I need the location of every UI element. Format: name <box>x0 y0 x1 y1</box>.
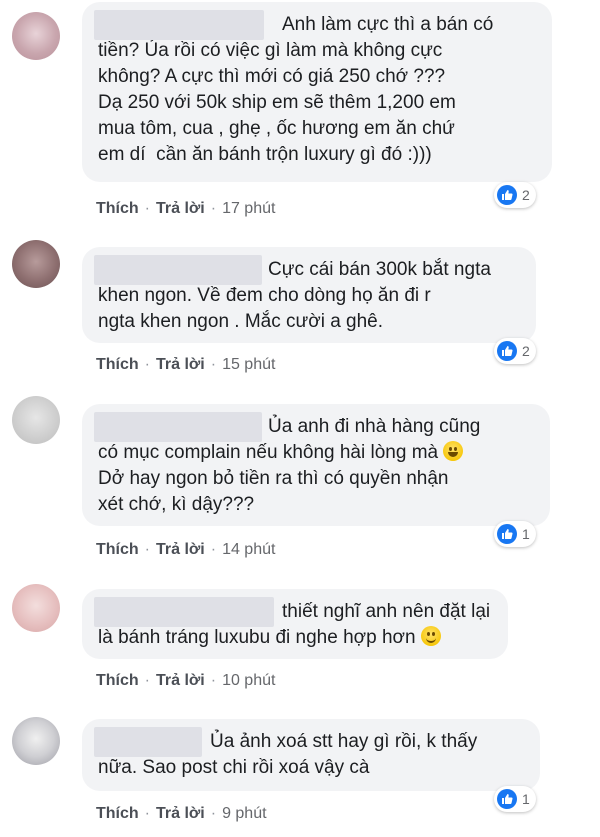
avatar[interactable] <box>12 584 60 632</box>
like-link[interactable]: Thích <box>96 805 139 822</box>
thumbs-up-icon <box>497 341 517 361</box>
commenter-name-redacted[interactable] <box>94 597 274 627</box>
like-link[interactable]: Thích <box>96 672 139 689</box>
commenter-name-redacted[interactable] <box>94 412 262 442</box>
timestamp[interactable]: 9 phút <box>222 805 266 822</box>
timestamp[interactable]: 14 phút <box>222 541 275 558</box>
like-link[interactable]: Thích <box>96 200 139 217</box>
reply-link[interactable]: Trả lời <box>156 200 205 217</box>
reply-link[interactable]: Trả lời <box>156 672 205 689</box>
timestamp[interactable]: 15 phút <box>222 356 275 373</box>
comment-actions: Thích · Trả lời · 10 phút <box>96 672 276 689</box>
reply-link[interactable]: Trả lời <box>156 356 205 373</box>
thumbs-up-icon <box>497 789 517 809</box>
reaction-count[interactable]: 1 <box>494 521 536 547</box>
comment-actions: Thích · Trả lời · 15 phút <box>96 356 276 373</box>
reaction-count[interactable]: 1 <box>494 786 536 812</box>
thumbs-up-icon <box>497 185 517 205</box>
reaction-count-number: 1 <box>522 791 530 807</box>
avatar[interactable] <box>12 240 60 288</box>
avatar[interactable] <box>12 717 60 765</box>
comment-actions: Thích · Trả lời · 17 phút <box>96 200 276 217</box>
comment-bubble: Cực cái bán 300k bắt ngta khen ngon. Về … <box>82 247 536 343</box>
commenter-name-redacted[interactable] <box>94 727 202 757</box>
comment-bubble: thiết nghĩ anh nên đặt lại là bánh tráng… <box>82 589 508 659</box>
commenter-name-redacted[interactable] <box>94 10 264 40</box>
comment-bubble: Ủa ảnh xoá stt hay gì rồi, k thấy nữa. S… <box>82 719 540 791</box>
comment-actions: Thích · Trả lời · 9 phút <box>96 805 267 822</box>
comment-bubble: Ủa anh đi nhà hàng cũng có mục complain … <box>82 404 550 526</box>
like-link[interactable]: Thích <box>96 356 139 373</box>
reply-link[interactable]: Trả lời <box>156 541 205 558</box>
avatar[interactable] <box>12 12 60 60</box>
comment-bubble: Anh làm cực thì a bán có tiền? Ủa rồi có… <box>82 2 552 182</box>
reaction-count-number: 2 <box>522 187 530 203</box>
commenter-name-redacted[interactable] <box>94 255 262 285</box>
timestamp[interactable]: 17 phút <box>222 200 275 217</box>
thumbs-up-icon <box>497 524 517 544</box>
smiling-face-icon <box>420 626 441 646</box>
comment-actions: Thích · Trả lời · 14 phút <box>96 541 276 558</box>
avatar[interactable] <box>12 396 60 444</box>
reaction-count[interactable]: 2 <box>494 338 536 364</box>
grinning-face-icon <box>443 441 464 461</box>
reaction-count[interactable]: 2 <box>494 182 536 208</box>
timestamp[interactable]: 10 phút <box>222 672 275 689</box>
reply-link[interactable]: Trả lời <box>156 805 205 822</box>
reaction-count-number: 1 <box>522 526 530 542</box>
like-link[interactable]: Thích <box>96 541 139 558</box>
reaction-count-number: 2 <box>522 343 530 359</box>
